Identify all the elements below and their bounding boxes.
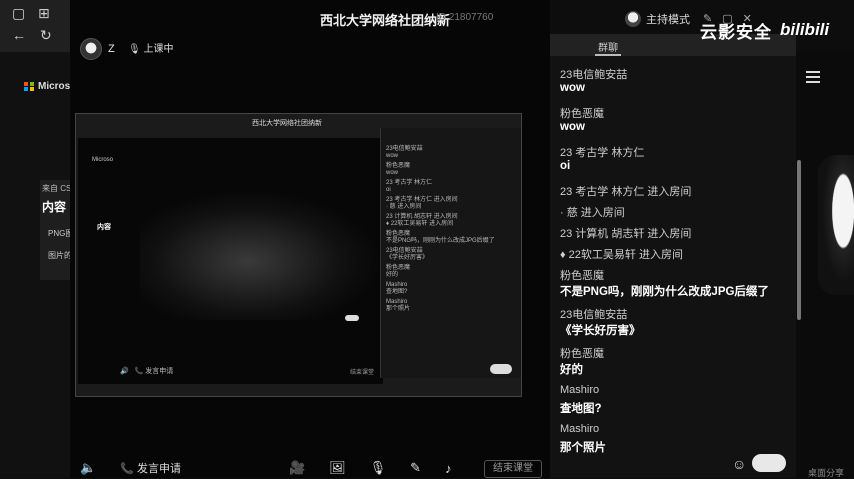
- nested-end-label: 结束课堂: [350, 370, 375, 376]
- nested-chat-line: oi: [386, 187, 391, 193]
- nested-chat-line: wow: [386, 153, 399, 159]
- nested-send-button-2: [490, 364, 512, 374]
- mic-status-label: 上课中: [143, 44, 174, 55]
- nested-chat-line: 23 计算机 胡志轩 进入房间: [386, 214, 458, 220]
- chat-sender: 23电信鲍安喆: [560, 309, 628, 321]
- chat-message-text: 查地图?: [560, 403, 602, 415]
- nested-apply-label: 发言申请: [145, 368, 174, 375]
- window-title: 西北大学网络社团纳新: [320, 13, 451, 28]
- nested-chat-line: 23 考古学 林方仁 进入房间: [386, 197, 458, 203]
- camera-icon[interactable]: 🎥: [289, 460, 305, 476]
- mic-status: 🎙 上课中: [128, 44, 174, 55]
- microsoft-logo: Microso: [24, 81, 76, 92]
- nested-chat-line: wow: [386, 170, 399, 176]
- grid-icon[interactable]: ⊞: [38, 6, 50, 20]
- chat-message-text: oi: [560, 160, 571, 172]
- scrollbar[interactable]: [797, 160, 801, 320]
- nested-chat-line: 23 考古学 林方仁: [386, 180, 433, 186]
- nested-card-heading: 内容: [97, 224, 111, 231]
- nested-chat-line: 23电信鲍安喆: [386, 248, 423, 254]
- chat-sender: 粉色恶魔: [560, 270, 604, 282]
- nested-chat-line: 粉色恶魔: [386, 265, 411, 271]
- refresh-icon[interactable]: ↻: [40, 28, 52, 42]
- card-item: 图片的: [48, 251, 72, 260]
- user-info: Z: [80, 38, 115, 60]
- chat-message-text: 好的: [560, 364, 583, 376]
- chat-message-text: 《学长好厉害》: [560, 325, 641, 337]
- user-avatar: [80, 38, 102, 60]
- chat-event: 23 考古学 林方仁 进入房间: [560, 186, 692, 198]
- nested-chat-line: · 慈 进入房间: [386, 204, 422, 210]
- chat-sender: 粉色恶魔: [560, 108, 604, 120]
- tab-group-chat[interactable]: 群聊: [595, 39, 621, 56]
- nested-chat-line: 《学长好厉害》: [386, 255, 429, 261]
- speaker-icon[interactable]: 🔈: [80, 460, 96, 476]
- chat-sender: Mashiro: [560, 423, 600, 435]
- nested-chat-line: 查地图?: [386, 289, 408, 295]
- nested-chat-line: 粉色恶魔: [386, 163, 411, 169]
- chat-event: 23 计算机 胡志轩 进入房间: [560, 228, 692, 240]
- nested-chat-line: 那个照片: [386, 306, 411, 312]
- card-heading: 内容: [42, 200, 67, 214]
- tab-icon[interactable]: ▢: [12, 6, 25, 20]
- chat-message-text: wow: [560, 82, 585, 94]
- menu-icon[interactable]: [806, 68, 820, 86]
- nested-chat-line: 不是PNG吗，刚刚为什么改成JPG后缀了: [386, 238, 495, 244]
- end-class-button[interactable]: 结束课堂: [484, 460, 542, 478]
- bilibili-logo: bilibili: [780, 20, 830, 39]
- card-source: 来自 CS: [42, 184, 72, 193]
- apply-speak-label: 发言申请: [136, 463, 181, 475]
- nested-chat-line: ♦ 22软工吴易轩 进入房间: [386, 221, 454, 227]
- avatar-image: [818, 155, 854, 295]
- host-mode-label: 主持模式: [646, 14, 690, 26]
- user-name: Z: [108, 43, 115, 55]
- send-button[interactable]: [752, 454, 786, 472]
- chat-message-text: wow: [560, 121, 585, 133]
- back-arrow-icon[interactable]: ←: [12, 28, 26, 42]
- host-mode[interactable]: 主持模式: [625, 11, 690, 27]
- chat-sender: 23 考古学 林方仁: [560, 147, 645, 159]
- chat-event: ♦ 22软工吴易轩 进入房间: [560, 249, 683, 261]
- nested-title: 西北大学网络社团纳新: [252, 120, 322, 127]
- chat-sender: Mashiro: [560, 384, 600, 396]
- room-id: ID 21807760: [436, 12, 494, 23]
- chat-sender: 23电信鲍安喆: [560, 69, 628, 81]
- edit-icon[interactable]: ✎: [410, 460, 421, 476]
- nested-chat-line: Mashiro: [386, 299, 408, 305]
- nested-logo: Microso: [92, 157, 114, 163]
- nested-chat-lines: 23电信鲍安喆 wow 粉色恶魔 wow 23 考古学 林方仁 oi 23 考古学 林方仁 …: [381, 128, 521, 313]
- nested-chat-line: 粉色恶魔: [386, 231, 411, 237]
- screen-share-icon[interactable]: 🖼: [329, 460, 346, 476]
- nested-chat-line: Mashiro: [386, 282, 408, 288]
- chat-event: · 慈 进入房间: [560, 207, 625, 219]
- watermark-text: 云影安全: [700, 23, 772, 42]
- bottom-toolbar: 🔈 📞 发言申请 🎥 🖼 🎙 ✎ ♪: [80, 458, 550, 478]
- chat-message-text: 那个照片: [560, 442, 606, 454]
- browser-toolbar: [0, 0, 70, 52]
- chat-sender: 粉色恶魔: [560, 348, 604, 360]
- nested-recursive-view: [140, 190, 380, 320]
- apply-speak-button[interactable]: 📞 发言申请: [120, 460, 181, 476]
- nested-chat-line: 23电信鲍安喆: [386, 146, 423, 152]
- nested-chat-line: 好的: [386, 272, 399, 278]
- microphone-icon[interactable]: 🎙: [370, 460, 387, 476]
- chat-message-text: 不是PNG吗，刚刚为什么改成JPG后缀了: [560, 286, 769, 298]
- music-icon[interactable]: ♪: [445, 461, 452, 476]
- nested-toolbar: 🔊 📞 发言申请: [120, 368, 174, 375]
- nested-send-button: [345, 315, 359, 321]
- emoji-icon[interactable]: ☺: [732, 456, 746, 472]
- microsoft-icon: [24, 81, 34, 92]
- desktop-share-label: 桌面分享: [808, 468, 845, 478]
- host-avatar: [625, 11, 641, 27]
- nested-chat-panel: 23电信鲍安喆 wow 粉色恶魔 wow 23 考古学 林方仁 oi 23 考古学 林方仁 …: [380, 128, 521, 378]
